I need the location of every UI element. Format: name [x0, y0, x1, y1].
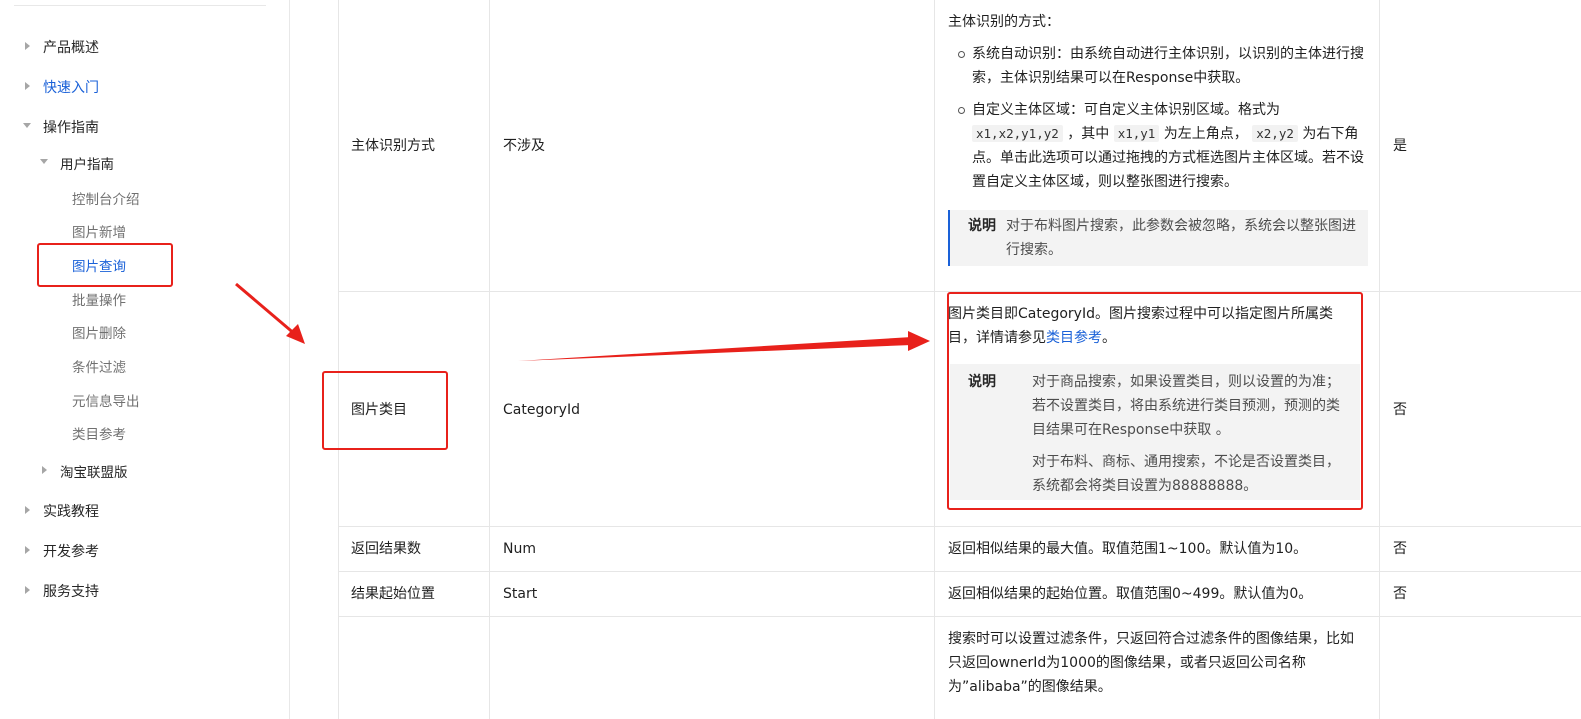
annotation-arrows [235, 282, 930, 361]
arrow-icon [235, 282, 305, 344]
arrow-icon [518, 331, 930, 361]
